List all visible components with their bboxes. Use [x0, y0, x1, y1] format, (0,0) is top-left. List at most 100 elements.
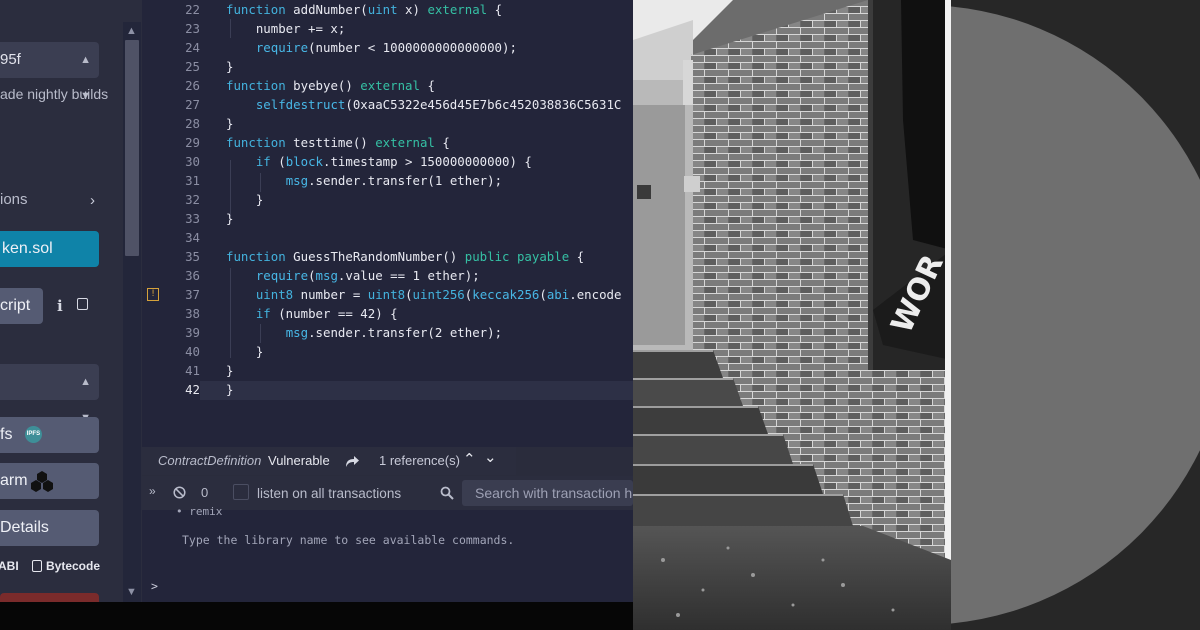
code-line[interactable]: msg.sender.transfer(1 ether);	[226, 173, 502, 188]
warning-icon[interactable]: !	[147, 288, 159, 301]
ipfs-icon: IPFS	[24, 426, 42, 444]
line-number: 30	[185, 154, 200, 169]
copy-icon[interactable]	[32, 560, 42, 572]
line-number: 26	[185, 78, 200, 93]
code-line[interactable]: require(number < 1000000000000000);	[226, 40, 517, 55]
sidebar-scrollbar-thumb[interactable]	[125, 40, 139, 256]
warning-card	[0, 593, 99, 602]
compile-script-label: cript	[0, 297, 31, 314]
advanced-section-label[interactable]: ions	[0, 191, 28, 208]
sidebar-panel: 95f ▲ ▼ ade nightly builds ions › ken.sol…	[0, 0, 142, 602]
publish-ipfs-label: fs	[0, 426, 13, 443]
code-line[interactable]: selfdestruct(0xaaC5322e456d45E7b6c452038…	[226, 97, 622, 112]
compile-file-label: ken.sol	[2, 240, 53, 257]
scroll-down-icon[interactable]: ▼	[126, 587, 137, 598]
decorative-circle	[951, 6, 1200, 624]
scroll-up-icon[interactable]: ▲	[126, 26, 137, 37]
code-line[interactable]: }	[226, 363, 233, 378]
bytecode-copy-button[interactable]: Bytecode	[46, 559, 100, 573]
line-number: 36	[185, 268, 200, 283]
street-photo: WOR	[633, 0, 951, 630]
right-panel	[951, 0, 1200, 630]
compilation-details-button[interactable]: Details	[0, 510, 99, 546]
line-number: 35	[185, 249, 200, 264]
code-line[interactable]: if (block.timestamp > 150000000000) {	[226, 154, 532, 169]
listen-checkbox[interactable]	[233, 484, 249, 500]
publish-swarm-label: arm	[0, 472, 28, 489]
terminal-prompt[interactable]: >	[151, 579, 158, 593]
line-number: 38	[185, 306, 200, 321]
code-editor[interactable]: ! 22 23 24 25 26 27 28 29 30 31 32 33 34 35 36 37 38 39 40…	[142, 0, 633, 447]
line-number: 29	[185, 135, 200, 150]
line-number: 37	[185, 287, 200, 302]
code-line[interactable]: require(msg.value == 1 ether);	[226, 268, 480, 283]
code-line[interactable]: }	[226, 344, 263, 359]
terminal-remix-line: • remix	[176, 505, 223, 518]
info-icon[interactable]: i	[57, 297, 63, 315]
definition-name: Vulnerable	[268, 453, 330, 468]
code-line[interactable]: function addNumber(uint x) external {	[226, 2, 502, 17]
swarm-icon	[31, 471, 53, 492]
search-placeholder: Search with transaction hash or address	[475, 485, 633, 501]
line-number: 25	[185, 59, 200, 74]
line-number: 39	[185, 325, 200, 340]
line-number: 32	[185, 192, 200, 207]
nightly-builds-label: ade nightly builds	[0, 86, 109, 102]
compiler-version-select[interactable]: 95f ▲ ▼	[0, 42, 99, 102]
code-line[interactable]: function byebye() external {	[226, 78, 435, 93]
code-line[interactable]: }	[226, 382, 233, 397]
line-number: 41	[185, 363, 200, 378]
terminal-hint-line: Type the library name to see available c…	[182, 533, 515, 547]
collapse-terminal-icon[interactable]: »	[149, 484, 156, 498]
code-line[interactable]: }	[226, 59, 233, 74]
transaction-search-input[interactable]: Search with transaction hash or address	[462, 480, 633, 506]
line-number: 24	[185, 40, 200, 55]
line-number: 27	[185, 97, 200, 112]
line-number-gutter: ! 22 23 24 25 26 27 28 29 30 31 32 33 34 35 36 37 38 39 40…	[142, 0, 200, 447]
code-line[interactable]: }	[226, 192, 263, 207]
clear-console-icon[interactable]	[173, 486, 186, 499]
search-icon[interactable]	[440, 486, 454, 500]
line-number: 22	[185, 2, 200, 17]
chevron-right-icon[interactable]: ›	[90, 192, 95, 209]
abi-copy-button[interactable]: ABI	[0, 559, 19, 573]
definition-bar: ContractDefinition Vulnerable 1 referenc…	[142, 447, 516, 475]
compilation-details-label: Details	[0, 519, 49, 536]
line-number: 33	[185, 211, 200, 226]
photo-image: WOR	[633, 0, 951, 630]
remix-line-text: remix	[189, 505, 223, 518]
terminal-panel: » 0 listen on all transactions Search wi…	[142, 476, 633, 602]
code-line[interactable]: number += x;	[226, 21, 346, 36]
compiler-version-value: 95f	[0, 51, 21, 68]
code-line[interactable]: }	[226, 211, 233, 226]
bytecode-label: Bytecode	[46, 559, 101, 573]
publish-ipfs-button[interactable]: fs IPFS	[0, 417, 99, 453]
current-line-highlight	[200, 381, 633, 400]
abi-label: ABI	[0, 559, 19, 573]
compile-script-button[interactable]: cript	[0, 288, 43, 324]
listen-label: listen on all transactions	[257, 486, 402, 501]
line-number: 40	[185, 344, 200, 359]
goto-definition-icon[interactable]	[345, 455, 360, 468]
line-number: 28	[185, 116, 200, 131]
publish-swarm-button[interactable]: arm	[0, 463, 99, 499]
code-line[interactable]: }	[226, 116, 233, 131]
chevron-up-icon[interactable]: ⌃	[463, 450, 476, 468]
references-count[interactable]: 1 reference(s)	[379, 453, 460, 468]
compile-file-button[interactable]: ken.sol	[0, 231, 99, 267]
code-line[interactable]: uint8 number = uint8(uint256(keccak256(a…	[226, 287, 622, 302]
select-updown-icon: ▲▼	[80, 54, 91, 102]
chevron-down-icon[interactable]: ⌄	[484, 448, 497, 466]
contract-select[interactable]: ▲▼	[0, 364, 99, 424]
code-line[interactable]: if (number == 42) {	[226, 306, 398, 321]
pending-tx-count: 0	[201, 485, 209, 500]
line-number: 34	[185, 230, 200, 245]
line-number: 31	[185, 173, 200, 188]
line-number: 23	[185, 21, 200, 36]
code-line[interactable]: msg.sender.transfer(2 ether);	[226, 325, 502, 340]
code-line[interactable]: function GuessTheRandomNumber() public p…	[226, 249, 584, 264]
code-line[interactable]: function testtime() external {	[226, 135, 450, 150]
copy-icon[interactable]	[77, 298, 88, 310]
bottom-strip	[0, 602, 633, 630]
definition-kind: ContractDefinition	[158, 453, 262, 468]
